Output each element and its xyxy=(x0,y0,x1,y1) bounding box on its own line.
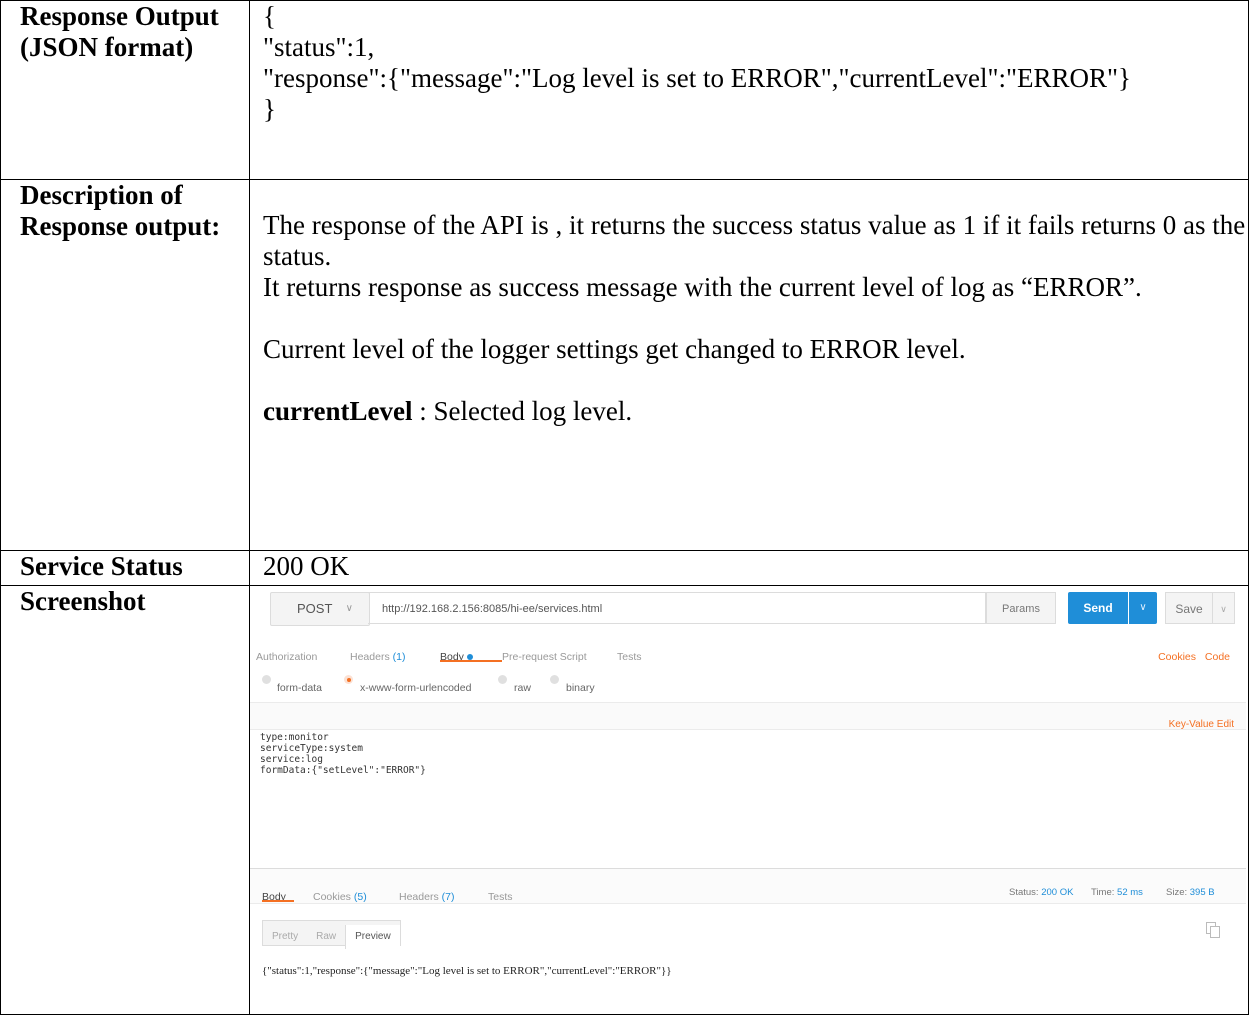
service-status-row: Service Status 200 OK xyxy=(0,550,1249,586)
response-output-json: { "status":1, "response":{"message":"Log… xyxy=(249,0,1249,180)
response-size: Size: 395 B xyxy=(1166,877,1215,908)
service-status-label: Service Status xyxy=(0,550,250,586)
response-output-row: Response Output (JSON format) { "status"… xyxy=(0,0,1249,180)
radio-x-www-form-urlencoded[interactable] xyxy=(344,675,353,684)
json-line: { xyxy=(263,1,276,31)
response-view-modes: Pretty Raw Preview xyxy=(262,920,401,949)
size-label: Size: xyxy=(1166,887,1188,898)
headers-count: (1) xyxy=(392,651,406,663)
tab-headers[interactable]: Headers (1) xyxy=(350,642,405,673)
status-label: Status: xyxy=(1009,887,1039,898)
tab-body[interactable]: Body xyxy=(440,642,473,673)
time-label: Time: xyxy=(1091,887,1115,898)
response-status: Status: 200 OK xyxy=(1009,877,1073,908)
response-tab-cookies-label: Cookies xyxy=(313,891,351,903)
response-tab-body[interactable]: Body xyxy=(262,882,286,913)
tab-prerequest-script[interactable]: Pre-request Script xyxy=(502,642,587,673)
description-row: Description of Response output: The resp… xyxy=(0,179,1249,551)
editor-toolbar: Key-Value Edit xyxy=(250,702,1246,730)
screenshot-row: Screenshot POST ∨ http://192.168.2.156:80… xyxy=(0,585,1249,1015)
radio-label: raw xyxy=(514,682,531,694)
tab-authorization[interactable]: Authorization xyxy=(256,642,317,673)
size-value: 395 B xyxy=(1189,887,1215,898)
params-button[interactable]: Params xyxy=(986,592,1056,624)
tab-tests[interactable]: Tests xyxy=(617,642,642,673)
response-tab-tests[interactable]: Tests xyxy=(488,882,513,913)
cookies-link[interactable]: Cookies xyxy=(1158,642,1196,673)
description-paragraph: It returns response as success message w… xyxy=(263,272,1142,302)
field-name: currentLevel xyxy=(263,396,413,426)
radio-raw[interactable] xyxy=(498,675,507,684)
radio-label: x-www-form-urlencoded xyxy=(360,682,472,694)
active-tab-underline xyxy=(440,660,502,662)
radio-binary[interactable] xyxy=(550,675,559,684)
description-paragraph: Current level of the logger settings get… xyxy=(263,334,966,364)
status-value: 200 OK xyxy=(1041,887,1074,898)
save-button[interactable]: Save xyxy=(1165,592,1213,624)
method-select[interactable]: POST ∨ xyxy=(270,592,370,626)
save-options-chevron-icon[interactable]: ∨ xyxy=(1213,592,1235,624)
service-status-value: 200 OK xyxy=(249,550,1249,586)
screenshot-label: Screenshot xyxy=(0,585,250,1015)
active-response-tab-underline xyxy=(262,900,294,902)
copy-icon[interactable] xyxy=(1206,922,1220,938)
send-button[interactable]: Send xyxy=(1068,592,1128,624)
api-doc-table: Response Output (JSON format) { "status"… xyxy=(0,0,1249,1015)
chevron-down-icon: ∨ xyxy=(345,603,353,614)
code-link[interactable]: Code xyxy=(1205,642,1230,673)
body-type-selector: form-data x-www-form-urlencoded raw bina… xyxy=(250,672,1246,694)
view-raw[interactable]: Raw xyxy=(307,925,345,949)
json-line: "response":{"message":"Log level is set … xyxy=(263,63,1131,93)
response-body-preview: {"status":1,"response":{"message":"Log l… xyxy=(262,965,672,977)
description-text: The response of the API is , it returns … xyxy=(249,179,1249,551)
radio-label: form-data xyxy=(277,682,322,694)
view-preview[interactable]: Preview xyxy=(345,925,400,949)
response-tab-headers[interactable]: Headers (7) xyxy=(399,882,454,913)
description-label: Description of Response output: xyxy=(0,179,250,551)
response-tab-cookies[interactable]: Cookies (5) xyxy=(313,882,367,913)
screenshot-cell: POST ∨ http://192.168.2.156:8085/hi-ee/se… xyxy=(249,585,1249,1015)
postman-screenshot: POST ∨ http://192.168.2.156:8085/hi-ee/se… xyxy=(250,586,1246,1014)
tab-headers-label: Headers xyxy=(350,651,390,663)
field-definition: currentLevel : Selected log level. xyxy=(263,396,1248,427)
request-body-editor[interactable]: type:monitor serviceType:system service:… xyxy=(260,732,1236,862)
url-input[interactable]: http://192.168.2.156:8085/hi-ee/services… xyxy=(368,592,986,624)
radio-form-data[interactable] xyxy=(262,675,271,684)
response-output-label: Response Output (JSON format) xyxy=(0,0,250,180)
json-line: "status":1, xyxy=(263,32,375,62)
response-headers-count: (7) xyxy=(441,891,455,903)
description-paragraph: The response of the API is , it returns … xyxy=(263,210,1246,271)
response-tabs: Body Cookies (5) Headers (7) Tests Statu… xyxy=(250,868,1246,904)
json-line: } xyxy=(263,94,276,124)
send-options-chevron-icon[interactable]: ∨ xyxy=(1129,592,1157,624)
cookies-count: (5) xyxy=(353,891,367,903)
request-url-bar: POST ∨ http://192.168.2.156:8085/hi-ee/se… xyxy=(250,586,1246,628)
field-description: : Selected log level. xyxy=(412,396,633,426)
response-time: Time: 52 ms xyxy=(1091,877,1143,908)
radio-label: binary xyxy=(566,682,595,694)
view-pretty[interactable]: Pretty xyxy=(263,925,307,949)
time-value: 52 ms xyxy=(1117,887,1143,898)
request-tabs: Authorization Headers (1) Body Pre-reque… xyxy=(250,638,1246,663)
response-tab-headers-label: Headers xyxy=(399,891,439,903)
